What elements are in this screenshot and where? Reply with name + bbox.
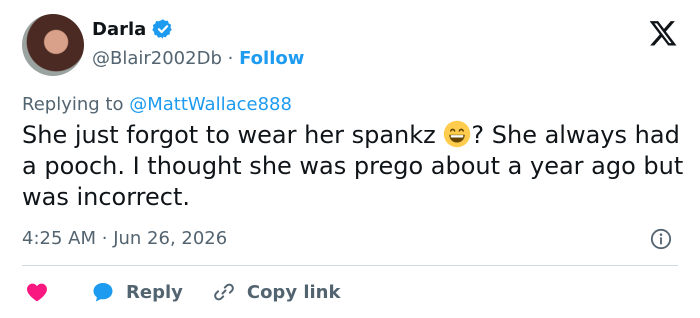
separator: · bbox=[227, 48, 234, 69]
author-name[interactable]: Darla bbox=[92, 19, 146, 40]
reply-button[interactable]: Reply bbox=[90, 280, 183, 304]
heart-icon bbox=[27, 283, 47, 302]
link-icon bbox=[214, 283, 234, 301]
tweet-date[interactable]: Jun 26, 2026 bbox=[113, 228, 227, 249]
reply-mention-link[interactable]: @MattWallace888 bbox=[129, 94, 292, 115]
tweet-text-part1: She just forgot to wear her spankz bbox=[22, 121, 436, 149]
handle[interactable]: @Blair2002Db bbox=[92, 48, 222, 69]
timestamp-row[interactable]: 4:25 AM · Jun 26, 2026 bbox=[22, 228, 227, 249]
divider bbox=[22, 265, 678, 266]
x-logo-icon[interactable] bbox=[648, 18, 678, 48]
date-separator: · bbox=[101, 228, 108, 249]
author-row: Darla bbox=[92, 18, 174, 40]
like-button[interactable] bbox=[24, 280, 50, 304]
tweet-text: She just forgot to wear her spankz ? She… bbox=[22, 120, 684, 213]
comment-bubble-icon bbox=[93, 283, 113, 302]
handle-row: @Blair2002Db · Follow bbox=[92, 48, 304, 69]
action-bar: Reply Copy link bbox=[22, 278, 340, 306]
info-icon[interactable] bbox=[650, 228, 672, 250]
copy-link-button[interactable]: Copy link bbox=[211, 280, 341, 304]
follow-button[interactable]: Follow bbox=[239, 48, 304, 69]
grinning-face-emoji bbox=[444, 120, 471, 148]
tweet-time[interactable]: 4:25 AM bbox=[22, 228, 96, 249]
reply-label: Reply bbox=[126, 281, 183, 303]
replying-to: Replying to @MattWallace888 bbox=[22, 94, 292, 115]
reply-prefix: Replying to bbox=[22, 94, 124, 115]
verified-badge-icon bbox=[152, 19, 172, 39]
avatar[interactable] bbox=[22, 14, 84, 76]
copy-link-label: Copy link bbox=[246, 281, 341, 303]
